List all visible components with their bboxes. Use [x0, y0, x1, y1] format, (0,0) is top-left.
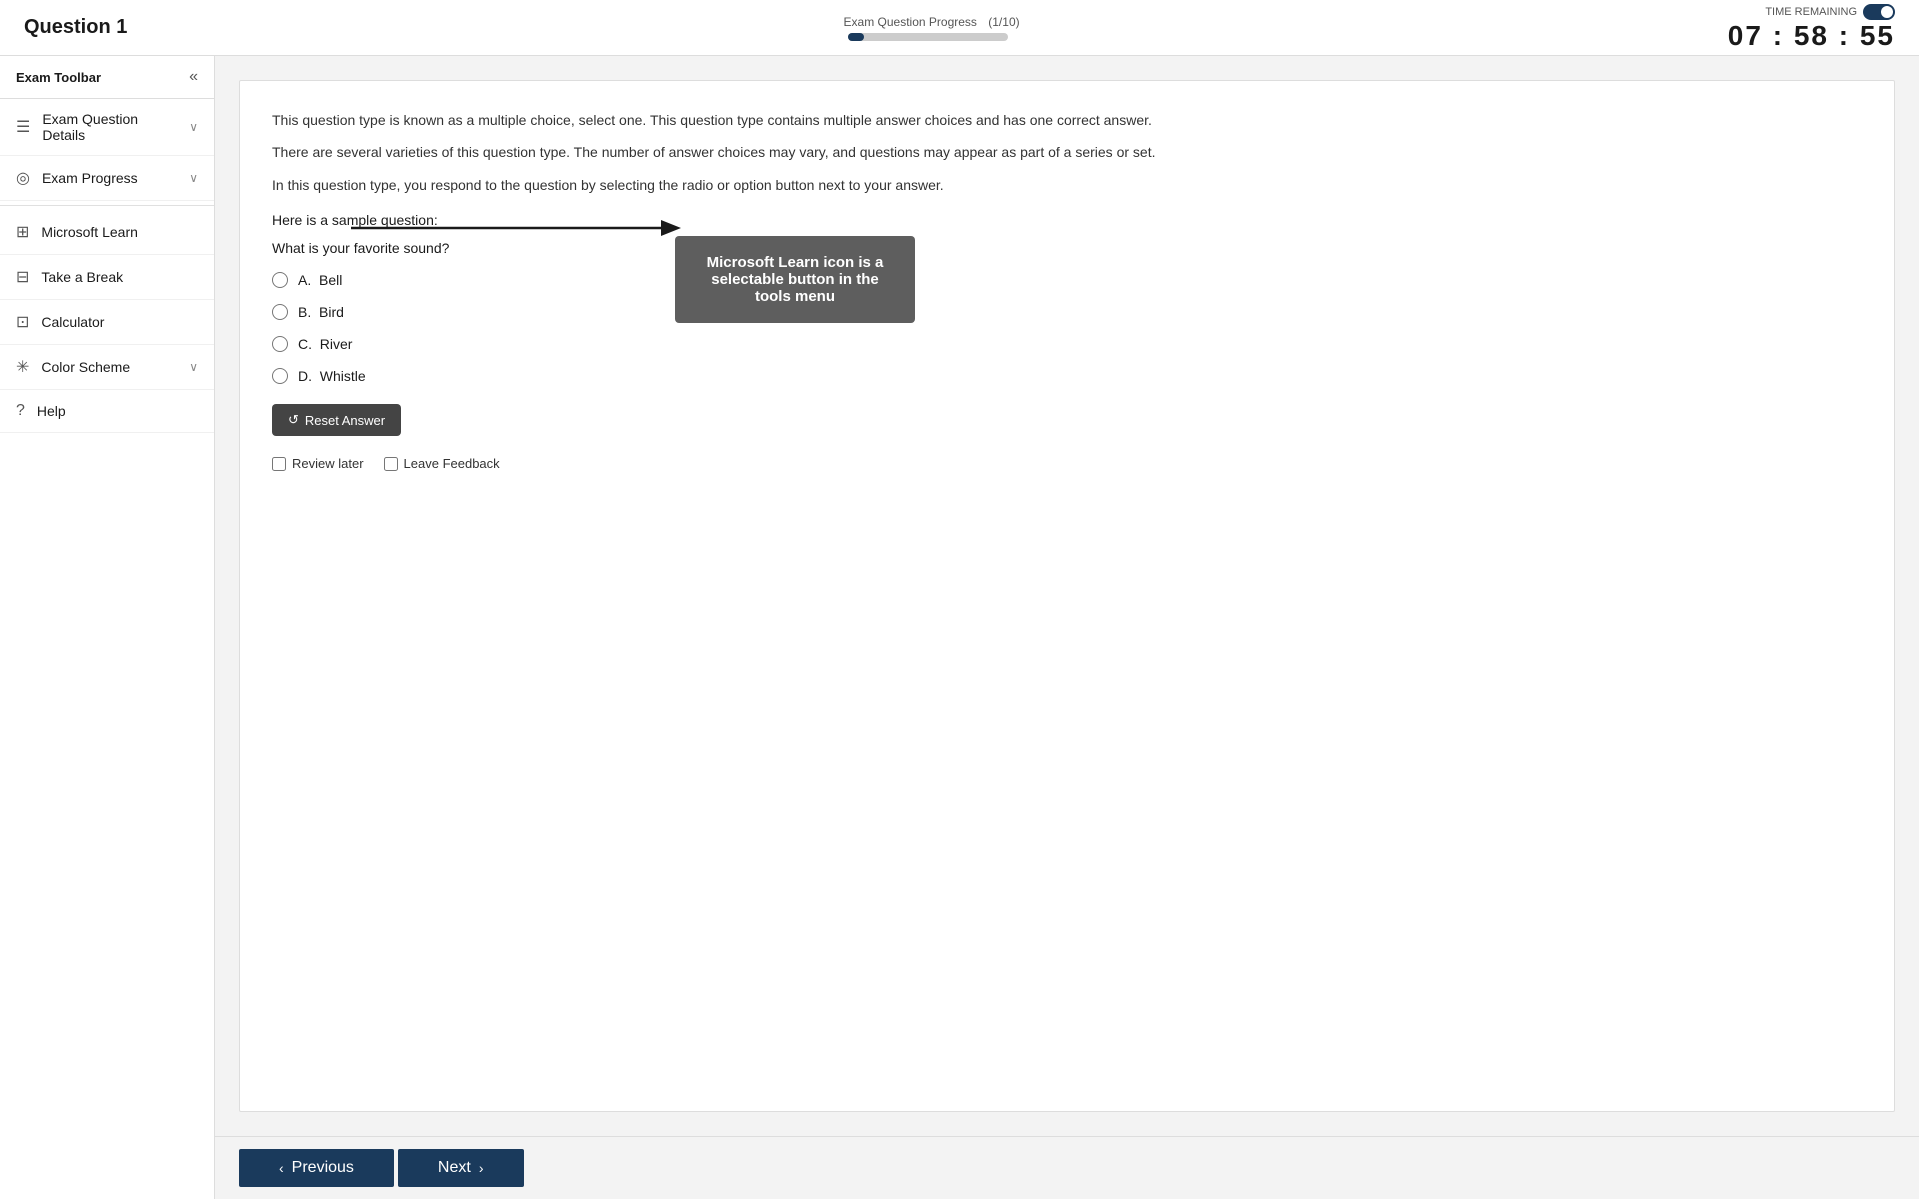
sidebar-divider	[0, 205, 214, 206]
content-wrapper: Microsoft Learn icon is a selectable but…	[215, 56, 1919, 1199]
sidebar-item-calculator[interactable]: ⊡ Calculator	[0, 300, 214, 345]
next-button[interactable]: Next ›	[398, 1149, 524, 1187]
option-b-label: B. Bird	[298, 304, 344, 320]
previous-button[interactable]: ‹ Previous	[239, 1149, 394, 1187]
chevron-down-icon: ∨	[189, 171, 198, 185]
question-title: Question 1	[24, 16, 127, 39]
radio-b[interactable]	[272, 304, 288, 320]
tooltip-text: Microsoft Learn icon is a selectable but…	[707, 254, 884, 305]
option-d-label: D. Whistle	[298, 368, 366, 384]
option-d[interactable]: D. Whistle	[272, 368, 1862, 384]
option-b[interactable]: B. Bird	[272, 304, 1862, 320]
time-toggle[interactable]	[1863, 4, 1895, 20]
sidebar-item-color-scheme[interactable]: ✳ Color Scheme ∨	[0, 345, 214, 390]
radio-d[interactable]	[272, 368, 288, 384]
option-c-label: C. River	[298, 336, 352, 352]
review-later-label: Review later	[292, 456, 364, 471]
progress-label: Exam Question Progress (1/10)	[836, 15, 1020, 29]
calculator-icon: ⊡	[16, 312, 29, 332]
chevron-down-icon: ∨	[189, 360, 198, 374]
sidebar-item-take-a-break[interactable]: ⊟ Take a Break	[0, 255, 214, 300]
time-value: 07 : 58 : 55	[1728, 20, 1895, 52]
sidebar-title: Exam Toolbar	[16, 70, 101, 85]
leave-feedback-checkbox[interactable]: Leave Feedback	[384, 456, 500, 471]
option-c[interactable]: C. River	[272, 336, 1862, 352]
review-later-input[interactable]	[272, 457, 286, 471]
left-arrow-icon: ‹	[279, 1160, 284, 1176]
chevron-down-icon: ∨	[189, 120, 198, 134]
top-bar: Question 1 Exam Question Progress (1/10)…	[0, 0, 1919, 56]
radio-a[interactable]	[272, 272, 288, 288]
time-label: TIME REMAINING	[1765, 4, 1895, 20]
sidebar-item-exam-question-details[interactable]: ☰ Exam Question Details ∨	[0, 99, 214, 156]
top-bar-center: Exam Question Progress (1/10)	[836, 15, 1020, 41]
sidebar-item-label: Help	[37, 403, 66, 419]
checkbox-row: Review later Leave Feedback	[272, 456, 1862, 471]
sidebar-item-label: Color Scheme	[41, 359, 130, 375]
help-icon: ?	[16, 402, 25, 420]
leave-feedback-input[interactable]	[384, 457, 398, 471]
description-3: In this question type, you respond to th…	[272, 174, 1862, 196]
leave-feedback-label: Leave Feedback	[404, 456, 500, 471]
exam-question-details-icon: ☰	[16, 117, 30, 137]
sidebar-item-label: Microsoft Learn	[41, 224, 137, 240]
description-1: This question type is known as a multipl…	[272, 109, 1862, 131]
tooltip-box: Microsoft Learn icon is a selectable but…	[675, 236, 915, 323]
option-a[interactable]: A. Bell	[272, 272, 1862, 288]
sidebar-item-microsoft-learn[interactable]: ⊞ Microsoft Learn	[0, 210, 214, 255]
sidebar: Exam Toolbar « ☰ Exam Question Details ∨…	[0, 56, 215, 1199]
sidebar-item-label: Exam Progress	[42, 170, 138, 186]
sidebar-item-label: Exam Question Details	[42, 111, 177, 143]
review-later-checkbox[interactable]: Review later	[272, 456, 364, 471]
take-a-break-icon: ⊟	[16, 267, 29, 287]
reset-answer-button[interactable]: ↺ Reset Answer	[272, 404, 401, 436]
main-layout: Exam Toolbar « ☰ Exam Question Details ∨…	[0, 56, 1919, 1199]
progress-track	[848, 33, 1008, 41]
top-bar-right: TIME REMAINING 07 : 58 : 55	[1728, 4, 1895, 52]
progress-fill	[848, 33, 864, 41]
tooltip-arrow	[351, 208, 681, 248]
bottom-nav: ‹ Previous Next ›	[215, 1136, 1919, 1199]
top-bar-left: Question 1	[24, 16, 127, 39]
right-arrow-icon: ›	[479, 1160, 484, 1176]
option-a-label: A. Bell	[298, 272, 342, 288]
microsoft-learn-icon: ⊞	[16, 222, 29, 242]
sidebar-item-label: Take a Break	[41, 269, 123, 285]
sidebar-header: Exam Toolbar «	[0, 56, 214, 99]
sidebar-item-exam-progress[interactable]: ◎ Exam Progress ∨	[0, 156, 214, 201]
description-2: There are several varieties of this ques…	[272, 141, 1862, 163]
color-scheme-icon: ✳	[16, 357, 29, 377]
radio-c[interactable]	[272, 336, 288, 352]
sidebar-item-label: Calculator	[41, 314, 104, 330]
options-list: A. Bell B. Bird C. River D. Whistle	[272, 272, 1862, 384]
exam-progress-icon: ◎	[16, 168, 30, 188]
sidebar-collapse-button[interactable]: «	[189, 68, 198, 86]
reset-icon: ↺	[288, 412, 299, 428]
sidebar-item-help[interactable]: ? Help	[0, 390, 214, 433]
